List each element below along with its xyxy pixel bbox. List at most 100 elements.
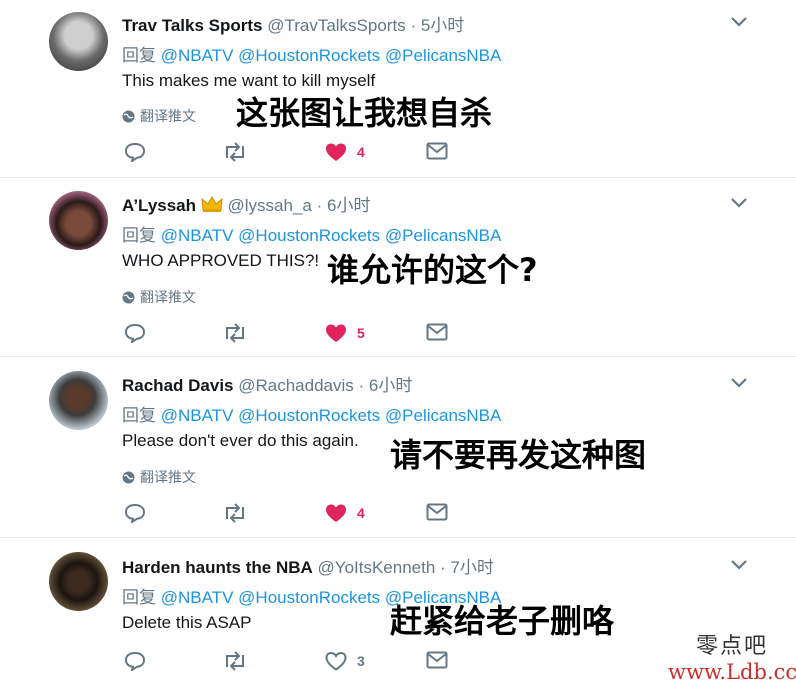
mention-pelicansnba[interactable]: @PelicansNBA [385,226,501,245]
like-button[interactable]: 3 [325,651,365,671]
retweet-button[interactable] [222,503,248,523]
tweet[interactable]: Trav Talks Sports @TravTalksSports · 5小时… [0,0,796,178]
translate-label[interactable]: 翻译推文 [140,106,196,126]
mention-houstonrockets[interactable]: @HoustonRockets [238,588,380,607]
tweet-text: WHO APPROVED THIS?! [122,251,320,270]
reply-context: 回复 @NBATV @HoustonRockets @PelicansNBA [122,401,501,426]
globe-icon [122,471,135,483]
direct-message-button[interactable] [426,142,448,160]
like-count: 5 [357,325,365,341]
heart-filled-icon [326,143,346,161]
separator-dot: · [410,16,417,35]
retweet-icon [226,142,244,162]
avatar[interactable] [49,12,108,71]
mention-nbatv[interactable]: @NBATV [161,406,234,425]
chevron-down-icon[interactable] [730,197,748,209]
like-count: 4 [357,144,365,160]
direct-message-button[interactable] [426,503,448,521]
reply-icon [124,651,146,671]
translate-tweet-link[interactable]: 翻译推文 [122,287,196,307]
mention-pelicansnba[interactable]: @PelicansNBA [385,46,501,65]
separator-dot: · [440,558,446,577]
reply-icon [124,323,146,343]
reply-prefix: 回复 [122,406,156,425]
like-button[interactable]: 5 [325,323,365,343]
envelope-icon [426,651,448,669]
mention-houstonrockets[interactable]: @HoustonRockets [238,406,380,425]
reply-icon [124,503,146,523]
retweet-icon [226,323,244,343]
mention-nbatv[interactable]: @NBATV [161,588,234,607]
reply-prefix: 回复 [122,46,156,65]
like-count: 4 [357,505,365,521]
handle[interactable]: @lyssah_a [228,196,312,215]
handle[interactable]: @Rachaddavis [238,376,354,395]
mention-nbatv[interactable]: @NBATV [161,226,234,245]
reply-button[interactable] [124,503,146,523]
chevron-down-icon[interactable] [730,16,748,28]
tweet-text: Delete this ASAP [122,613,252,632]
retweet-button[interactable] [222,651,248,671]
retweet-button[interactable] [222,142,248,162]
reply-icon [124,142,146,162]
like-button[interactable]: 4 [325,503,365,523]
display-name[interactable]: A’Lyssah [122,196,196,215]
mention-houstonrockets[interactable]: @HoustonRockets [238,226,380,245]
reply-context: 回复 @NBATV @HoustonRockets @PelicansNBA [122,41,501,66]
timestamp[interactable]: 6小时 [327,196,370,215]
heart-filled-icon [326,504,346,522]
mention-pelicansnba[interactable]: @PelicansNBA [385,406,501,425]
translate-label[interactable]: 翻译推文 [140,287,196,307]
envelope-icon [426,323,448,341]
timestamp[interactable]: 6小时 [369,376,412,395]
chevron-down-icon[interactable] [730,559,748,571]
envelope-icon [426,142,448,160]
separator-dot: · [316,196,323,215]
display-name[interactable]: Rachad Davis [122,376,234,395]
direct-message-button[interactable] [426,651,448,669]
timestamp[interactable]: 5小时 [421,16,464,35]
separator-dot: · [358,376,365,395]
mention-nbatv[interactable]: @NBATV [161,46,234,65]
tweet-text: Please don't ever do this again. [122,431,359,450]
reply-button[interactable] [124,651,146,671]
chevron-down-icon[interactable] [730,377,748,389]
heart-outline-icon [325,651,347,671]
reply-prefix: 回复 [122,226,156,245]
handle[interactable]: @YoItsKenneth [318,558,436,577]
globe-icon [122,110,135,122]
handle[interactable]: @TravTalksSports [267,16,406,35]
timestamp[interactable]: 7小时 [450,558,493,577]
chinese-caption: 赶紧给老子删咯 [390,602,615,640]
avatar[interactable] [49,371,108,430]
like-count: 3 [357,653,365,669]
chinese-caption: 谁允许的这个? [327,251,538,289]
translate-tweet-link[interactable]: 翻译推文 [122,106,196,126]
watermark: 零点吧 www.Ldb.cc [668,628,796,684]
retweet-icon [226,503,244,523]
heart-filled-icon [326,324,346,342]
display-name[interactable]: Harden haunts the NBA [122,558,313,577]
watermark-url: www.Ldb.cc [668,660,796,684]
reply-button[interactable] [124,142,146,162]
mention-houstonrockets[interactable]: @HoustonRockets [238,46,380,65]
display-name[interactable]: Trav Talks Sports [122,16,262,35]
avatar[interactable] [49,552,108,611]
like-button[interactable]: 4 [325,142,365,162]
retweet-icon [226,651,244,671]
crown-emoji-icon [201,195,223,212]
globe-icon [122,291,135,303]
translate-label[interactable]: 翻译推文 [140,467,196,487]
reply-button[interactable] [124,323,146,343]
avatar[interactable] [49,191,108,250]
translate-tweet-link[interactable]: 翻译推文 [122,467,196,487]
envelope-icon [426,503,448,521]
direct-message-button[interactable] [426,323,448,341]
chinese-caption: 这张图让我想自杀 [236,94,493,132]
chinese-caption: 请不要再发这种图 [390,436,647,474]
reply-context: 回复 @NBATV @HoustonRockets @PelicansNBA [122,221,501,246]
tweet[interactable]: Rachad Davis @Rachaddavis · 6小时 回复 @NBAT… [0,357,796,538]
reply-prefix: 回复 [122,588,156,607]
retweet-button[interactable] [222,323,248,343]
tweet[interactable]: A’Lyssah @lyssah_a · 6小时 回复 @NBATV @Hous… [0,178,796,357]
